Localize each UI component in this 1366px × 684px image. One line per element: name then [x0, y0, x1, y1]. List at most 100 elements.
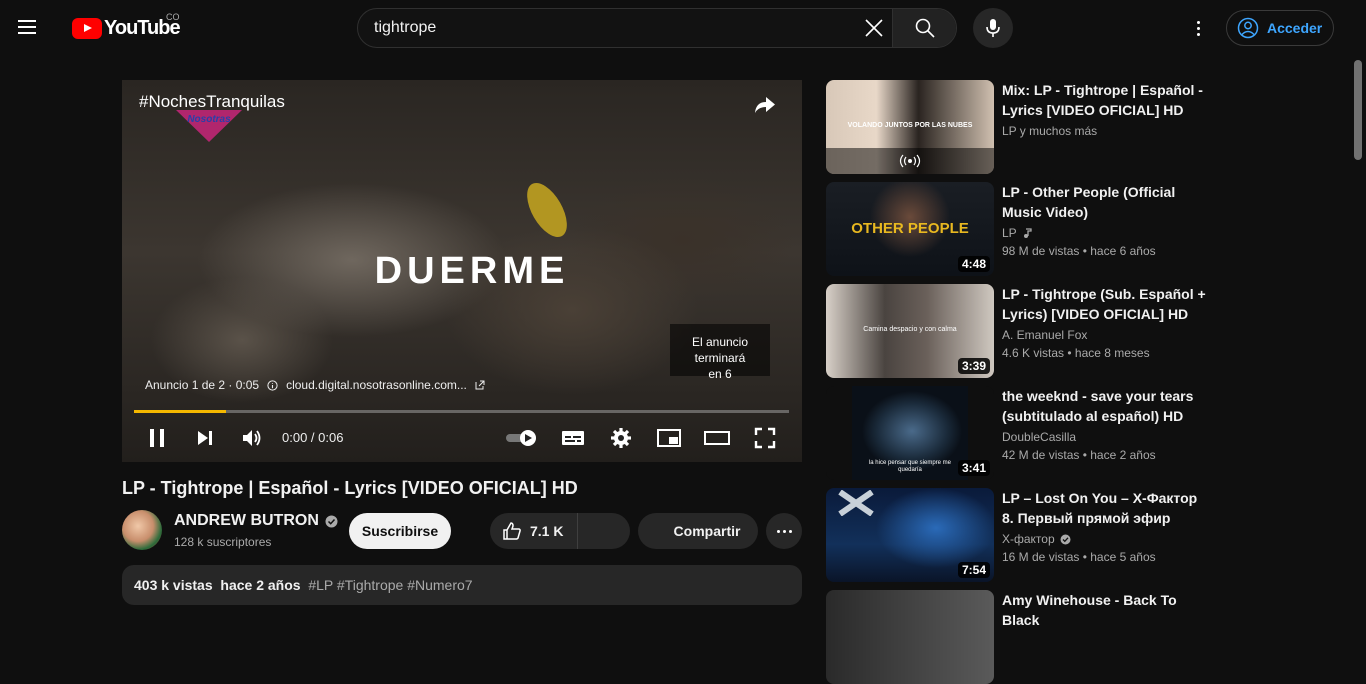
recommendation-item[interactable]: VOLANDO JUNTOS POR LAS NUBES Mix: LP - T… [826, 80, 1206, 174]
recommendation-item[interactable]: OTHER PEOPLE 4:48 LP - Other People (Off… [826, 182, 1206, 276]
recommendation-meta: 16 M de vistas • hace 5 años [1002, 550, 1156, 564]
recommendation-thumbnail[interactable]: la hice pensar que siempre me quedaría 3… [826, 386, 994, 480]
miniplayer-icon[interactable] [655, 424, 683, 452]
subtitles-icon[interactable] [560, 424, 586, 452]
youtube-logo[interactable]: YouTube [72, 14, 181, 42]
ad-end-line2: en 6 [708, 367, 732, 381]
recommendation-thumbnail[interactable]: OTHER PEOPLE 4:48 [826, 182, 994, 276]
recommendation-item[interactable]: Amy Winehouse - Back To Black [826, 590, 1206, 684]
share-button[interactable]: Compartir [638, 513, 758, 549]
search-button[interactable] [892, 9, 956, 47]
search-input[interactable] [358, 9, 856, 47]
video-duration: 7:54 [957, 562, 990, 578]
recommendation-channel[interactable]: X-фактор [1002, 532, 1071, 546]
microphone-icon [986, 19, 1000, 37]
recommendation-title[interactable]: LP - Other People (Official Music Video) [1002, 182, 1206, 222]
recommendation-title[interactable]: LP - Tightrope (Sub. Español + Lyrics) [… [1002, 284, 1206, 324]
player-controls: 0:00 / 0:06 [122, 420, 802, 456]
ad-url-link[interactable]: cloud.digital.nosotrasonline.com... [286, 378, 467, 392]
ad-end-line1: El anuncio terminará [691, 335, 749, 365]
verified-check-icon [325, 515, 338, 527]
country-code: CO [166, 12, 180, 22]
clear-search-icon[interactable] [856, 9, 892, 47]
mix-overlay [826, 148, 994, 174]
channel-avatar[interactable] [122, 510, 162, 550]
recommendation-title[interactable]: the weeknd - save your tears (subtitulad… [1002, 386, 1206, 426]
fullscreen-icon[interactable] [752, 424, 778, 452]
video-duration: 3:39 [957, 358, 990, 374]
recommendation-item[interactable]: la hice pensar que siempre me quedaría 3… [826, 386, 1206, 480]
svg-text:Nosotras: Nosotras [187, 114, 231, 125]
ad-hashtag: #NochesTranquilas [139, 92, 285, 111]
ad-end-notice: El anuncio terminará en 6 [670, 324, 770, 381]
video-player[interactable]: Nosotras #NochesTranquilas DUERME El anu… [122, 80, 802, 462]
hashtags[interactable]: #LP #Tightrope #Numero7 [308, 577, 472, 593]
channel-name[interactable]: ANDREW BUTRON [174, 512, 338, 530]
recommendation-meta: 4.6 K vistas • hace 8 meses [1002, 346, 1150, 360]
recommendation-thumbnail[interactable] [826, 590, 994, 684]
info-icon[interactable] [267, 379, 278, 391]
verified-check-icon [1060, 534, 1071, 544]
thumb-caption: Camina despacio y con calma [863, 326, 957, 333]
pause-icon[interactable] [144, 424, 170, 452]
subscriber-count: 128 k suscriptores [174, 535, 272, 549]
recommendation-title[interactable]: Mix: LP - Tightrope | Español - Lyrics [… [1002, 80, 1206, 120]
upload-age: hace 2 años [220, 577, 301, 593]
recommendation-title[interactable]: LP – Lost On You – X-Фактор 8. Первый пр… [1002, 488, 1206, 528]
top-bar: YouTube CO Acceder [0, 0, 1366, 56]
recommendation-channel[interactable]: LP [1002, 226, 1032, 240]
search-box [357, 8, 957, 48]
progress-bar[interactable] [134, 410, 789, 413]
x-factor-logo [838, 490, 874, 516]
thumbs-up-icon [503, 522, 521, 540]
description-box[interactable]: 403 k vistas hace 2 años #LP #Tightrope … [122, 565, 802, 605]
share-arrow-icon[interactable] [752, 92, 778, 118]
autoplay-toggle[interactable] [504, 424, 540, 452]
like-count: 7.1 K [530, 523, 564, 539]
next-icon[interactable] [192, 424, 218, 452]
ad-headline: DUERME [374, 250, 570, 292]
menu-icon[interactable] [18, 16, 54, 40]
recommendation-meta: 98 M de vistas • hace 6 años [1002, 244, 1156, 258]
settings-gear-icon[interactable] [608, 424, 634, 452]
video-duration: 4:48 [957, 256, 990, 272]
like-button[interactable]: 7.1 K [490, 513, 578, 549]
signin-button[interactable]: Acceder [1226, 10, 1334, 46]
recommendation-title[interactable]: Amy Winehouse - Back To Black [1002, 590, 1206, 630]
recommendation-thumbnail[interactable]: VOLANDO JUNTOS POR LAS NUBES [826, 80, 994, 174]
recommendation-item[interactable]: 7:54 LP – Lost On You – X-Фактор 8. Перв… [826, 488, 1206, 582]
like-dislike-group: 7.1 K [490, 513, 630, 549]
time-display: 0:00 / 0:06 [282, 430, 344, 445]
volume-icon[interactable] [238, 424, 266, 452]
recommendation-meta: 42 M de vistas • hace 2 años [1002, 448, 1156, 462]
dislike-button[interactable] [578, 513, 630, 549]
theater-mode-icon[interactable] [702, 424, 732, 452]
recommendation-item[interactable]: Camina despacio y con calma 3:39 LP - Ti… [826, 284, 1206, 378]
music-note-icon [1023, 228, 1032, 238]
channel-name-text: ANDREW BUTRON [174, 512, 319, 529]
settings-more-icon[interactable] [1186, 16, 1210, 40]
voice-search-button[interactable] [973, 8, 1013, 48]
channel-name-text: X-фактор [1002, 532, 1055, 546]
external-link-icon[interactable] [475, 380, 485, 390]
more-actions-button[interactable] [766, 513, 802, 549]
youtube-logo-icon [72, 17, 102, 39]
account-icon [1237, 17, 1259, 39]
thumb-caption: OTHER PEOPLE [851, 220, 969, 237]
channel-name-text: LP [1002, 226, 1017, 240]
video-title: LP - Tightrope | Español - Lyrics [VIDEO… [122, 478, 578, 498]
subscribe-button[interactable]: Suscribirse [349, 513, 451, 549]
recommendation-channel[interactable]: A. Emanuel Fox [1002, 328, 1087, 342]
recommendation-channel[interactable]: LP y muchos más [1002, 124, 1097, 138]
thumb-caption: VOLANDO JUNTOS POR LAS NUBES [847, 122, 973, 129]
share-label: Compartir [673, 523, 741, 539]
recommendation-thumbnail[interactable]: Camina despacio y con calma 3:39 [826, 284, 994, 378]
recommendation-thumbnail[interactable]: 7:54 [826, 488, 994, 582]
progress-fill [134, 410, 226, 413]
video-duration: 3:41 [957, 460, 990, 476]
ad-info: Anuncio 1 de 2 · 0:05 cloud.digital.noso… [145, 378, 485, 392]
mix-radio-icon [899, 154, 921, 168]
view-count: 403 k vistas [134, 577, 213, 593]
page-scrollbar[interactable] [1354, 60, 1362, 160]
recommendation-channel[interactable]: DoubleCasilla [1002, 430, 1076, 444]
